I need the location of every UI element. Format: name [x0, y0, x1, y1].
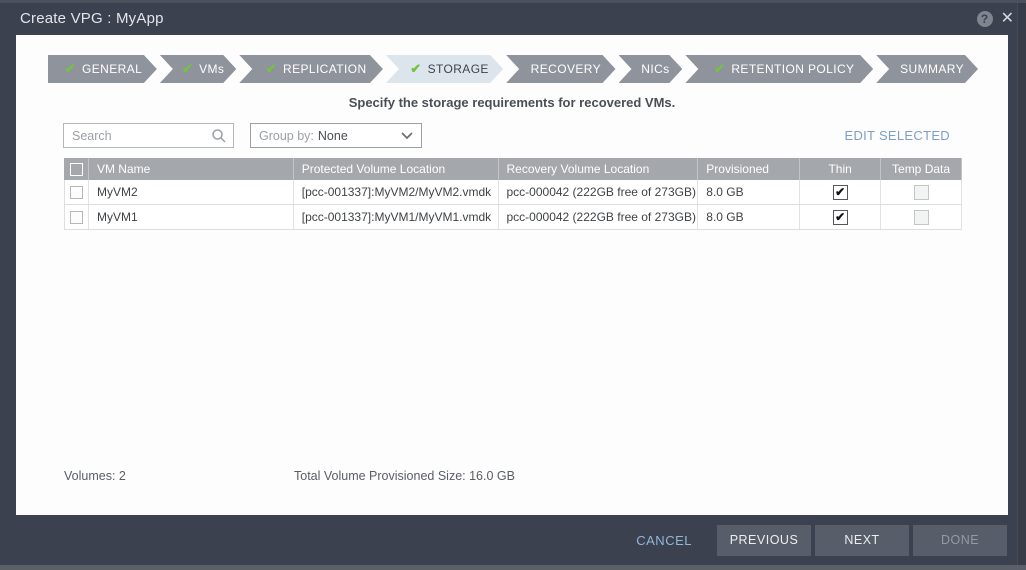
- vm-name-cell: MyVM2: [89, 180, 294, 204]
- recovery-volume-cell: pcc-000042 (222GB free of 273GB): [499, 205, 699, 229]
- vm-name-cell: MyVM1: [89, 205, 294, 229]
- table-summary: Volumes: 2 Total Volume Provisioned Size…: [64, 469, 126, 483]
- thin-cell: ✔: [800, 180, 881, 204]
- table-header-row: VM NameProtected Volume LocationRecovery…: [64, 158, 962, 180]
- thin-cell: ✔: [800, 205, 881, 229]
- step-label: RECOVERY: [531, 62, 601, 76]
- dialog-titlebar: Create VPG : MyApp ? ✕: [0, 3, 1026, 35]
- step-recovery[interactable]: ✔ RECOVERY: [506, 55, 615, 83]
- step-retention-policy[interactable]: ✔ RETENTION POLICY: [685, 55, 873, 83]
- volumes-count: Volumes: 2: [64, 469, 126, 483]
- step-label: STORAGE: [428, 62, 489, 76]
- thin-checkbox[interactable]: ✔: [833, 210, 848, 225]
- row-select-checkbox[interactable]: [70, 211, 83, 224]
- group-by-value: None: [318, 129, 348, 143]
- step-label: GENERAL: [82, 62, 142, 76]
- search-icon: [211, 128, 227, 144]
- column-header: Provisioned: [698, 158, 800, 180]
- group-by-label: Group by:: [259, 129, 314, 143]
- dialog-panel: ✔ GENERAL ✔ VMs ✔ REPLICATION ✔ STORAGE …: [16, 35, 1008, 515]
- column-header: Thin: [800, 158, 881, 180]
- protected-volume-cell: [pcc-001337]:MyVM1/MyVM1.vmdk: [294, 205, 499, 229]
- step-check-icon: ✔: [714, 61, 725, 77]
- dialog-footer: CANCEL PREVIOUS NEXT DONE: [0, 515, 1026, 565]
- row-checkbox-cell: [65, 205, 89, 229]
- wizard-steps: ✔ GENERAL ✔ VMs ✔ REPLICATION ✔ STORAGE …: [48, 55, 978, 83]
- done-button[interactable]: DONE: [913, 525, 1007, 556]
- step-check-icon: ✔: [266, 61, 277, 77]
- temp-data-checkbox[interactable]: [914, 210, 929, 225]
- step-subtitle: Specify the storage requirements for rec…: [16, 95, 1008, 110]
- temp-data-cell: [881, 205, 962, 229]
- volumes-table: VM NameProtected Volume LocationRecovery…: [64, 158, 962, 230]
- group-by-dropdown[interactable]: Group by: None: [250, 123, 422, 148]
- page-right-strip: [1017, 3, 1026, 565]
- search-box: [63, 123, 234, 148]
- column-header: Temp Data: [881, 158, 962, 180]
- step-check-icon: ✔: [65, 61, 76, 77]
- page-bottom-strip: [0, 565, 1026, 570]
- titlebar-icons: ? ✕: [977, 11, 1014, 27]
- step-storage[interactable]: ✔ STORAGE: [386, 55, 503, 83]
- step-label: REPLICATION: [283, 62, 367, 76]
- dialog-title: Create VPG : MyApp: [20, 10, 164, 27]
- table-row[interactable]: MyVM2 [pcc-001337]:MyVM2/MyVM2.vmdk pcc-…: [64, 180, 962, 205]
- column-header: VM Name: [89, 158, 294, 180]
- row-select-checkbox[interactable]: [70, 186, 83, 199]
- recovery-volume-cell: pcc-000042 (222GB free of 273GB): [499, 180, 699, 204]
- provisioned-cell: 8.0 GB: [698, 205, 800, 229]
- previous-button[interactable]: PREVIOUS: [717, 525, 811, 556]
- chevron-down-icon: [401, 132, 413, 140]
- row-checkbox-cell: [65, 180, 89, 204]
- step-label: NICs: [641, 62, 669, 76]
- table-header-checkbox-cell: [65, 158, 89, 180]
- cancel-button[interactable]: CANCEL: [636, 533, 692, 548]
- temp-data-checkbox[interactable]: [914, 185, 929, 200]
- step-vms[interactable]: ✔ VMs: [160, 55, 236, 83]
- step-label: RETENTION POLICY: [731, 62, 854, 76]
- step-summary[interactable]: ✔ SUMMARY: [876, 55, 978, 83]
- column-header: Protected Volume Location: [294, 158, 499, 180]
- thin-checkbox[interactable]: ✔: [833, 185, 848, 200]
- next-button[interactable]: NEXT: [815, 525, 909, 556]
- step-replication[interactable]: ✔ REPLICATION: [239, 55, 383, 83]
- help-icon[interactable]: ?: [977, 11, 993, 27]
- search-input[interactable]: [64, 124, 233, 147]
- step-general[interactable]: ✔ GENERAL: [48, 55, 157, 83]
- column-header: Recovery Volume Location: [499, 158, 699, 180]
- provisioned-cell: 8.0 GB: [698, 180, 800, 204]
- edit-selected-link[interactable]: EDIT SELECTED: [844, 128, 950, 143]
- table-row[interactable]: MyVM1 [pcc-001337]:MyVM1/MyVM1.vmdk pcc-…: [64, 205, 962, 230]
- step-check-icon: ✔: [410, 61, 421, 77]
- toolbar: Group by: None EDIT SELECTED: [63, 123, 962, 148]
- step-nics[interactable]: ✔ NICs: [619, 55, 683, 83]
- step-check-icon: ✔: [182, 61, 193, 77]
- total-provisioned-size: Total Volume Provisioned Size: 16.0 GB: [294, 469, 515, 483]
- select-all-checkbox[interactable]: [70, 163, 83, 176]
- step-label: VMs: [199, 62, 224, 76]
- step-label: SUMMARY: [900, 62, 964, 76]
- temp-data-cell: [881, 180, 962, 204]
- protected-volume-cell: [pcc-001337]:MyVM2/MyVM2.vmdk: [294, 180, 499, 204]
- close-icon[interactable]: ✕: [1001, 11, 1014, 27]
